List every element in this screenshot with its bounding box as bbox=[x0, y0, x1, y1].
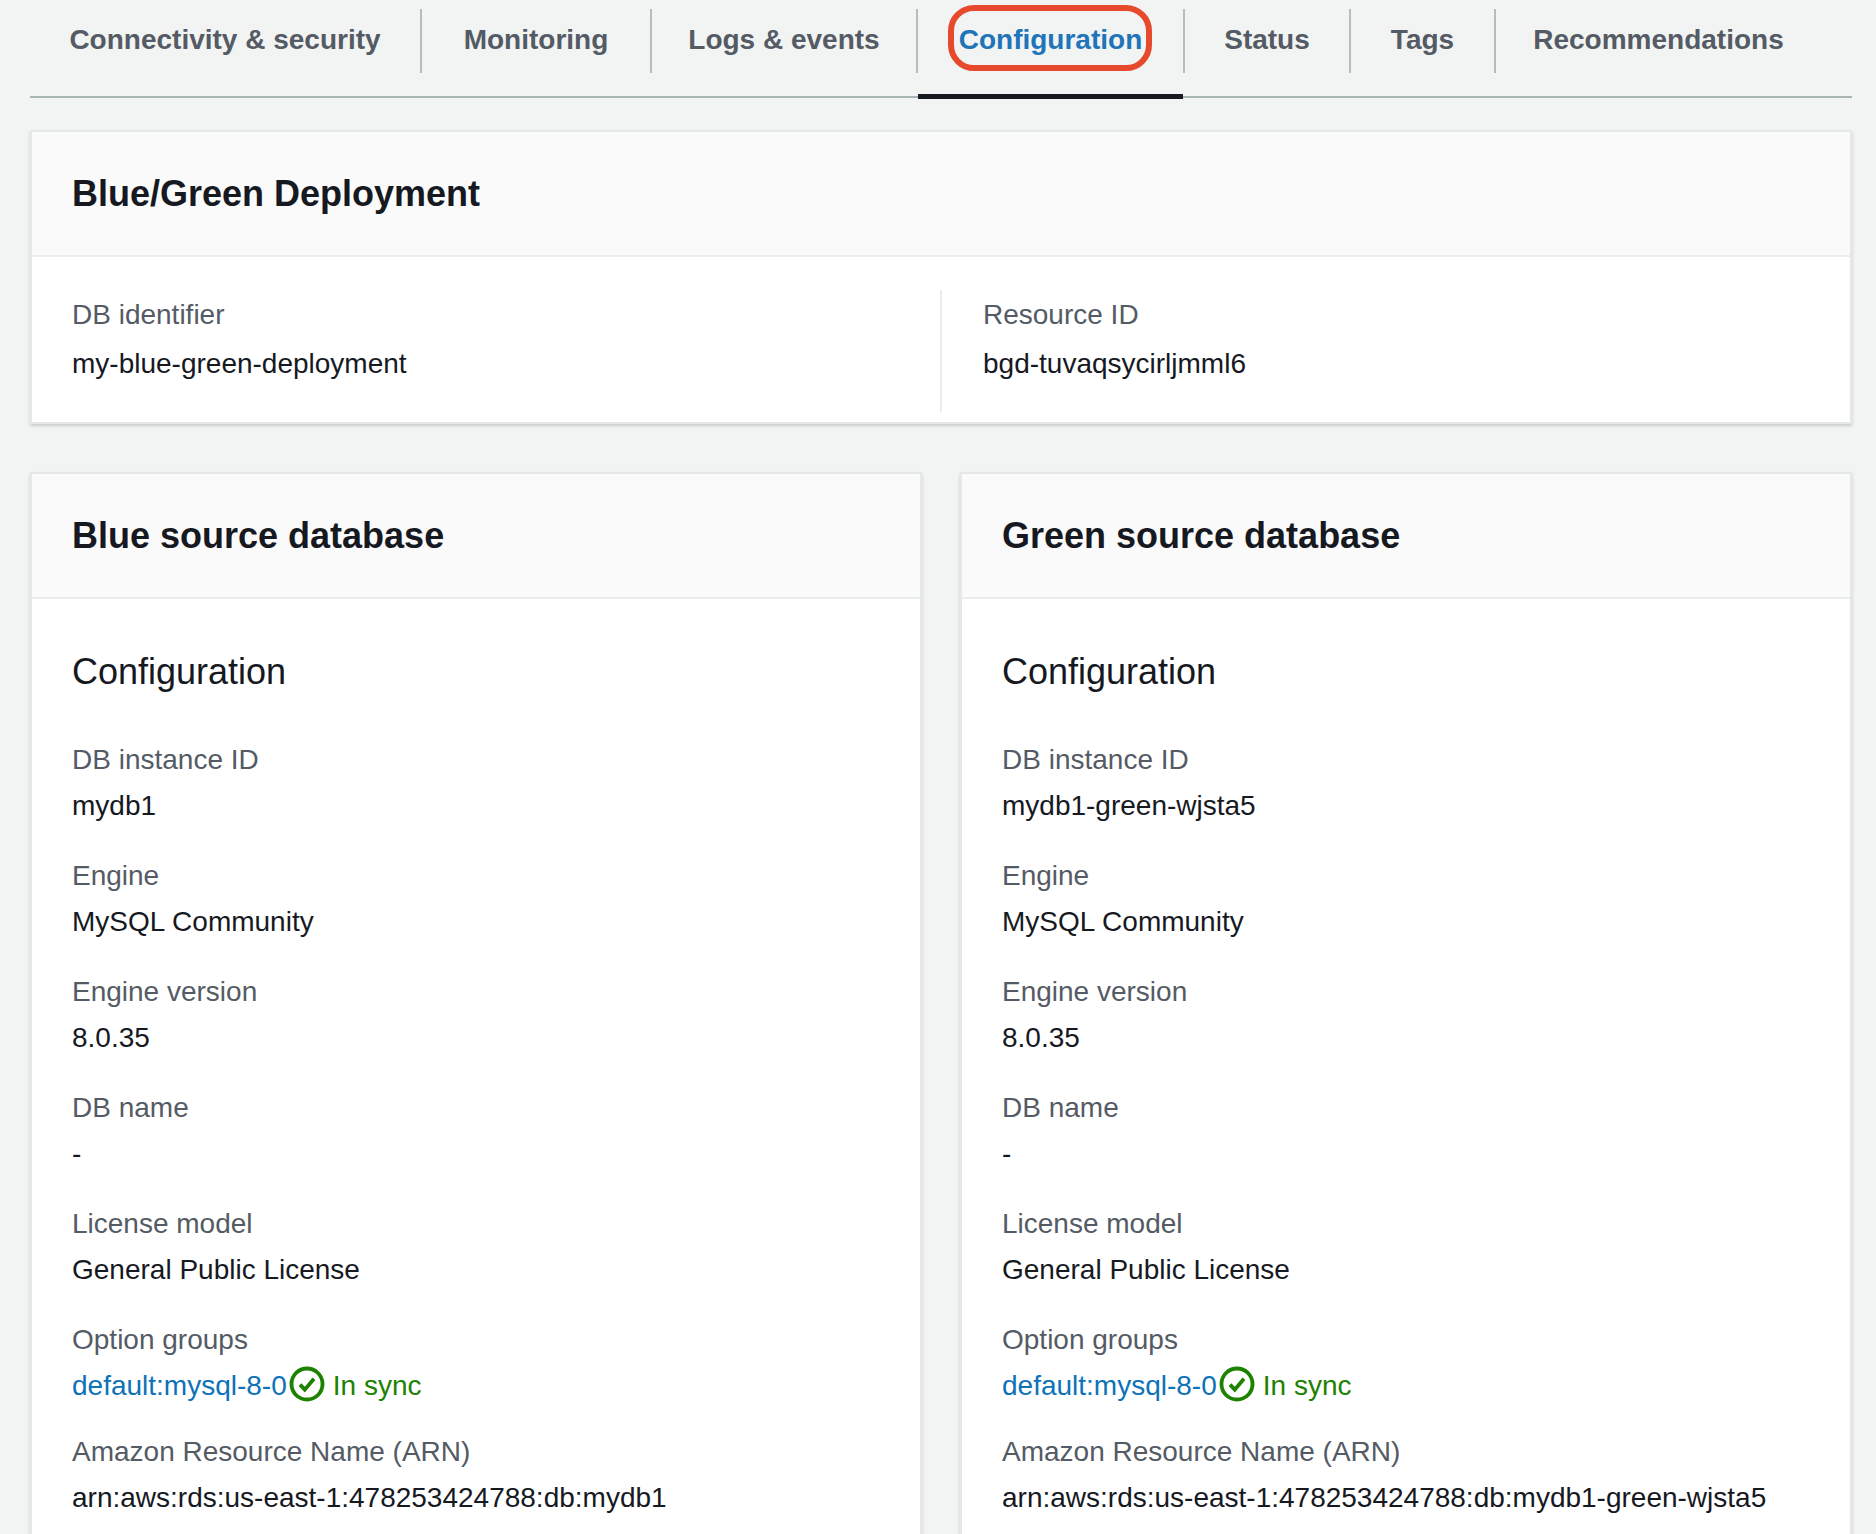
tab-bar: Connectivity & security Monitoring Logs … bbox=[30, 0, 1852, 98]
blue-configuration-heading: Configuration bbox=[72, 648, 880, 696]
column-divider bbox=[940, 290, 942, 412]
tab-label: Status bbox=[1224, 24, 1310, 55]
db-instance-id-field: DB instance ID mydb1 bbox=[72, 740, 880, 826]
deployment-card-title: Blue/Green Deployment bbox=[72, 174, 1810, 214]
field-label: DB instance ID bbox=[72, 740, 880, 780]
option-group-link[interactable]: default:mysql-8-0 bbox=[72, 1370, 287, 1401]
in-sync-status: In sync bbox=[1263, 1370, 1352, 1401]
engine-version-field: Engine version 8.0.35 bbox=[1002, 972, 1810, 1058]
tab-connectivity-security[interactable]: Connectivity & security bbox=[30, 0, 420, 96]
option-group-link[interactable]: default:mysql-8-0 bbox=[1002, 1370, 1217, 1401]
blue-source-database-card: Blue source database Configuration DB in… bbox=[30, 472, 922, 1534]
db-identifier-field: DB identifier my-blue-green-deployment bbox=[32, 295, 941, 384]
engine-field: Engine MySQL Community bbox=[72, 856, 880, 942]
tab-label: Configuration bbox=[959, 24, 1143, 55]
field-label: Amazon Resource Name (ARN) bbox=[1002, 1432, 1810, 1472]
field-value: arn:aws:rds:us-east-1:478253424788:db:my… bbox=[72, 1478, 880, 1518]
resource-id-value: bgd-tuvaqsycirljmml6 bbox=[983, 344, 1850, 384]
db-identifier-label: DB identifier bbox=[72, 295, 941, 335]
field-value: mydb1 bbox=[72, 786, 880, 826]
tab-label: Logs & events bbox=[688, 24, 879, 55]
field-value: 8.0.35 bbox=[1002, 1018, 1810, 1058]
tab-label: Monitoring bbox=[464, 24, 609, 55]
db-instance-id-field: DB instance ID mydb1-green-wjsta5 bbox=[1002, 740, 1810, 826]
field-label: Engine bbox=[1002, 856, 1810, 896]
tab-label: Tags bbox=[1391, 24, 1454, 55]
in-sync-status: In sync bbox=[333, 1370, 422, 1401]
field-label: Option groups bbox=[1002, 1320, 1810, 1360]
deployment-card-header: Blue/Green Deployment bbox=[32, 132, 1850, 257]
field-label: DB name bbox=[72, 1088, 880, 1128]
field-value: MySQL Community bbox=[72, 902, 880, 942]
field-value: General Public License bbox=[72, 1250, 880, 1290]
green-configuration-heading: Configuration bbox=[1002, 648, 1810, 696]
green-card-header: Green source database bbox=[962, 474, 1850, 599]
field-label: Engine version bbox=[1002, 972, 1810, 1012]
tab-logs-events[interactable]: Logs & events bbox=[652, 0, 916, 96]
field-value: MySQL Community bbox=[1002, 902, 1810, 942]
option-groups-field: Option groups default:mysql-8-0 In sync bbox=[72, 1320, 880, 1406]
tab-label: Connectivity & security bbox=[69, 24, 380, 55]
tab-label: Recommendations bbox=[1533, 24, 1784, 55]
field-value: mydb1-green-wjsta5 bbox=[1002, 786, 1810, 826]
arn-field: Amazon Resource Name (ARN) arn:aws:rds:u… bbox=[1002, 1432, 1810, 1518]
field-label: DB instance ID bbox=[1002, 740, 1810, 780]
field-value: - bbox=[1002, 1134, 1810, 1174]
resource-id-field: Resource ID bgd-tuvaqsycirljmml6 bbox=[941, 295, 1850, 384]
option-groups-field: Option groups default:mysql-8-0 In sync bbox=[1002, 1320, 1810, 1406]
check-circle-icon bbox=[289, 1366, 325, 1402]
tab-monitoring[interactable]: Monitoring bbox=[422, 0, 650, 96]
field-label: DB name bbox=[1002, 1088, 1810, 1128]
field-value: General Public License bbox=[1002, 1250, 1810, 1290]
resource-id-label: Resource ID bbox=[983, 295, 1850, 335]
tab-tags[interactable]: Tags bbox=[1351, 0, 1494, 96]
db-name-field: DB name - bbox=[1002, 1088, 1810, 1174]
source-cards-row: Blue source database Configuration DB in… bbox=[30, 472, 1852, 1534]
field-value: 8.0.35 bbox=[72, 1018, 880, 1058]
license-model-field: License model General Public License bbox=[1002, 1204, 1810, 1290]
field-value: arn:aws:rds:us-east-1:478253424788:db:my… bbox=[1002, 1478, 1810, 1518]
field-label: License model bbox=[1002, 1204, 1810, 1244]
arn-field: Amazon Resource Name (ARN) arn:aws:rds:u… bbox=[72, 1432, 880, 1518]
check-circle-icon bbox=[1219, 1366, 1255, 1402]
green-card-body: Configuration DB instance ID mydb1-green… bbox=[962, 599, 1850, 1534]
field-label: Amazon Resource Name (ARN) bbox=[72, 1432, 880, 1472]
tab-configuration[interactable]: Configuration bbox=[918, 0, 1183, 96]
option-groups-value: default:mysql-8-0 In sync bbox=[1002, 1366, 1810, 1406]
field-label: Engine bbox=[72, 856, 880, 896]
deployment-card-body: DB identifier my-blue-green-deployment R… bbox=[32, 257, 1850, 422]
db-identifier-value: my-blue-green-deployment bbox=[72, 344, 941, 384]
tab-recommendations[interactable]: Recommendations bbox=[1496, 0, 1821, 96]
option-groups-value: default:mysql-8-0 In sync bbox=[72, 1366, 880, 1406]
blue-card-header: Blue source database bbox=[32, 474, 920, 599]
blue-card-body: Configuration DB instance ID mydb1 Engin… bbox=[32, 599, 920, 1534]
engine-version-field: Engine version 8.0.35 bbox=[72, 972, 880, 1058]
field-label: License model bbox=[72, 1204, 880, 1244]
field-value: - bbox=[72, 1134, 880, 1174]
db-name-field: DB name - bbox=[72, 1088, 880, 1174]
engine-field: Engine MySQL Community bbox=[1002, 856, 1810, 942]
green-source-database-card: Green source database Configuration DB i… bbox=[960, 472, 1852, 1534]
field-label: Option groups bbox=[72, 1320, 880, 1360]
deployment-summary-card: Blue/Green Deployment DB identifier my-b… bbox=[30, 130, 1852, 424]
blue-card-title: Blue source database bbox=[72, 516, 880, 556]
field-label: Engine version bbox=[72, 972, 880, 1012]
tab-status[interactable]: Status bbox=[1185, 0, 1349, 96]
license-model-field: License model General Public License bbox=[72, 1204, 880, 1290]
green-card-title: Green source database bbox=[1002, 516, 1810, 556]
